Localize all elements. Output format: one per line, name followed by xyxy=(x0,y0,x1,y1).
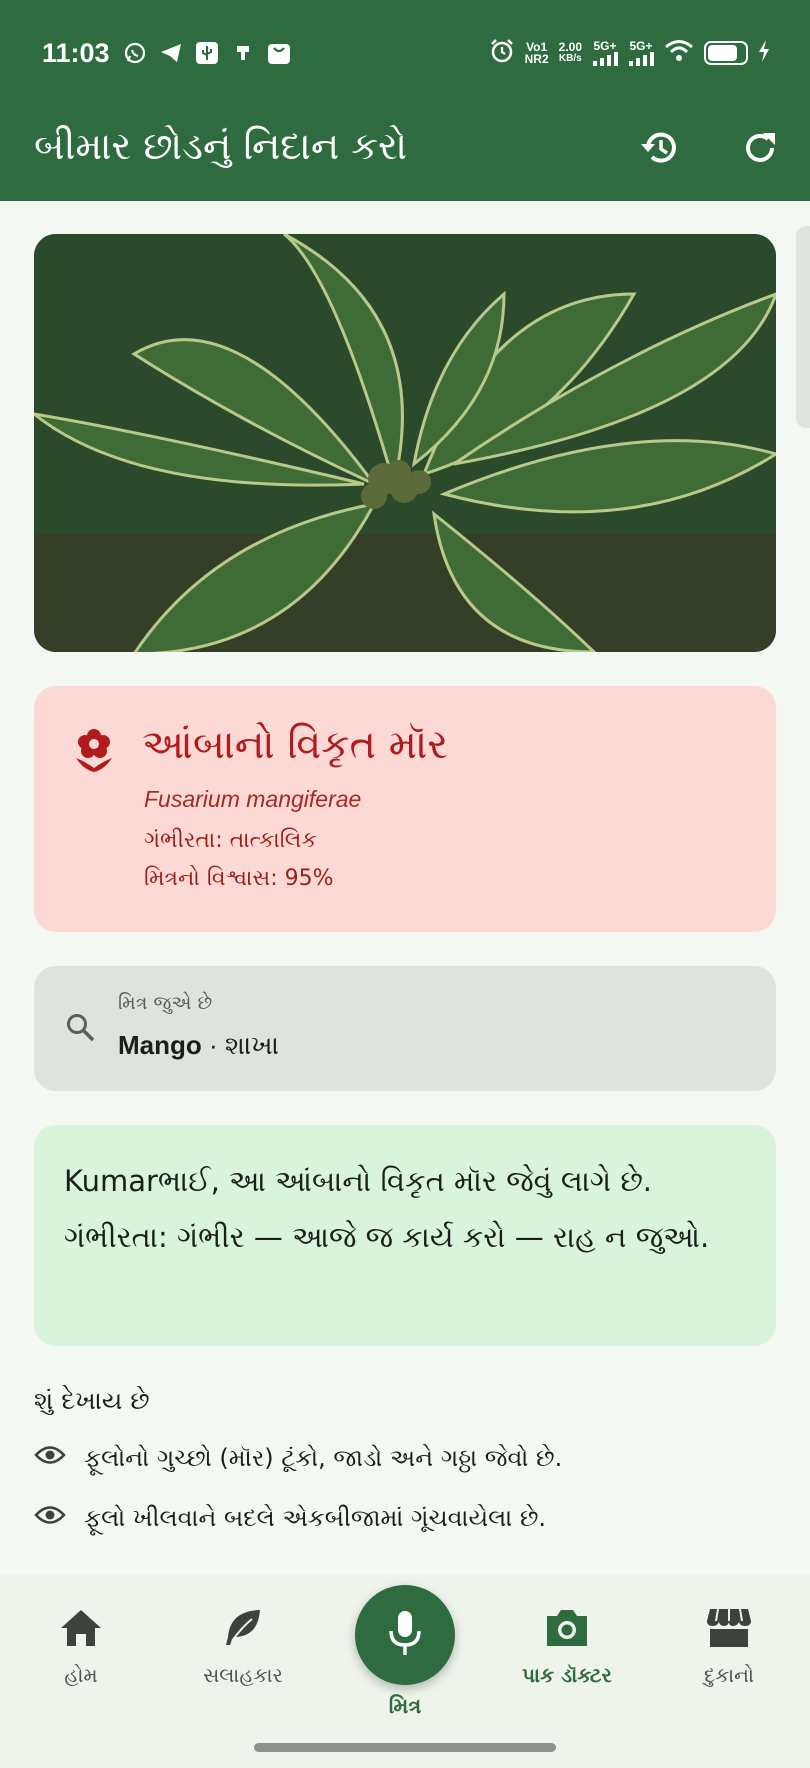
eye-icon xyxy=(34,1444,66,1472)
notification-icons xyxy=(122,40,292,66)
detected-crop-card: મિત્ર જુએ છે Mango · શાખા xyxy=(34,966,776,1091)
whatsapp-icon xyxy=(122,40,148,66)
scientific-name: Fusarium mangiferae xyxy=(144,786,362,812)
telegram-icon xyxy=(158,40,184,66)
search-icon xyxy=(64,1011,98,1045)
observation-text: ફૂલો ખીલવાને બદલે એકબીજામાં ગૂંચવાયેલા છ… xyxy=(84,1504,547,1532)
crop-name: Mango xyxy=(118,1030,202,1060)
history-icon xyxy=(638,126,682,174)
observation-item: ફૂલો ખીલવાને બદલે એકબીજામાં ગૂંચવાયેલા છ… xyxy=(34,1504,546,1532)
home-icon xyxy=(58,1605,104,1651)
nav-crop-doctor-label: પાક ડૉક્ટર xyxy=(522,1663,612,1687)
observation-item: ફૂલોનો ગુચ્છો (મૉર) ટૂંકો, જાડો અને ગઠ્ઠ… xyxy=(34,1444,562,1472)
leaf-icon xyxy=(220,1605,266,1651)
signal-sim1: 5G+ xyxy=(592,40,618,66)
observation-text: ફૂલોનો ગુચ્છો (મૉર) ટૂંકો, જાડો અને ગઠ્ઠ… xyxy=(84,1444,563,1472)
app-bar: બીમાર છોડનું નિદાન કરો xyxy=(0,100,810,201)
nav-shops-label: દુકાનો xyxy=(703,1663,755,1687)
refresh-button[interactable] xyxy=(728,118,792,182)
nav-advisor-label: સલાહકાર xyxy=(203,1663,283,1687)
charging-icon xyxy=(230,40,256,66)
confidence-text: મિત્રનો વિશ્વાસ: 95% xyxy=(144,866,334,891)
eye-icon xyxy=(34,1504,66,1532)
disease-name: આંબાનો વિકૃત મૉર xyxy=(142,722,448,768)
bolt-icon xyxy=(758,40,770,65)
store-icon xyxy=(706,1605,752,1651)
status-right: Vo1 NR2 2.00 KB/s 5G+ 5G+ xyxy=(489,38,770,67)
mitra-voice-button[interactable] xyxy=(355,1585,455,1685)
history-button[interactable] xyxy=(628,118,692,182)
page-title: બીમાર છોડનું નિદાન કરો xyxy=(34,124,408,168)
usb-icon xyxy=(194,40,220,66)
network-speed: 2.00 KB/s xyxy=(558,39,582,64)
mic-icon xyxy=(385,1609,425,1661)
mitra-label: મિત્ર xyxy=(388,1694,422,1718)
diagnosis-card: આંબાનો વિકૃત મૉર Fusarium mangiferae ગંભ… xyxy=(34,686,776,932)
battery-icon xyxy=(704,40,748,65)
assistant-message-text: Kumarભાઈ, આ આંબાનો વિકૃત મૉર જેવું લાગે … xyxy=(64,1164,710,1254)
looking-caption: મિત્ર જુએ છે xyxy=(118,992,213,1014)
status-bar: 11:03 Vo1 NR2 2.00 KB/s 5G+ 5G+ xyxy=(0,0,810,100)
alarm-icon xyxy=(489,38,515,67)
home-indicator[interactable] xyxy=(254,1743,556,1752)
flower-icon xyxy=(72,724,116,774)
nav-advisor[interactable]: સલાહકાર xyxy=(173,1605,313,1687)
refresh-icon xyxy=(739,127,781,173)
nav-crop-doctor[interactable]: પાક ડૉક્ટર xyxy=(497,1605,637,1687)
nav-home[interactable]: હોમ xyxy=(11,1605,151,1687)
status-time: 11:03 xyxy=(42,38,110,68)
signal-sim2: 5G+ xyxy=(628,40,654,66)
nav-shops[interactable]: દુકાનો xyxy=(659,1605,799,1687)
shopping-bag-icon xyxy=(266,40,292,66)
assistant-message: Kumarભાઈ, આ આંબાનો વિકૃત મૉર જેવું લાગે … xyxy=(34,1125,776,1346)
wifi-icon xyxy=(664,39,694,66)
nav-home-label: હોમ xyxy=(64,1663,98,1687)
observations-title: શું દેખાય છે xyxy=(34,1386,150,1415)
crop-part-label: Mango · શાખા xyxy=(118,1030,279,1062)
plant-part: · શાખા xyxy=(201,1030,280,1060)
camera-icon xyxy=(544,1605,590,1651)
network-label: Vo1 NR2 xyxy=(524,39,549,66)
scroll-indicator xyxy=(796,226,810,428)
plant-photo xyxy=(34,234,776,652)
severity-text: ગંભીરતા: તાત્કાલિક xyxy=(144,828,317,853)
